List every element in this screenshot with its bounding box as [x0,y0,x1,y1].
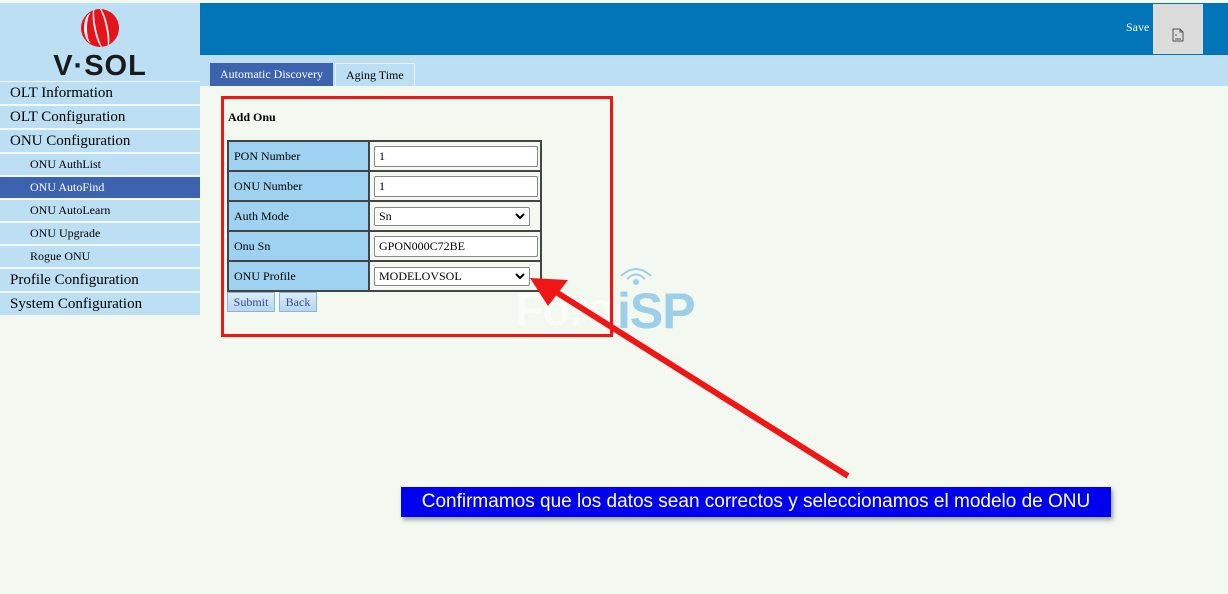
tab-automatic-discovery[interactable]: Automatic Discovery [210,63,333,86]
onu-profile-value: MODELOVSOL [379,268,462,283]
sidebar-item-onu-autofind[interactable]: ONU AutoFind [0,177,200,200]
vsol-logo-icon [81,9,119,47]
form-row-pon-number: PON Number [227,140,542,172]
add-onu-form: PON Number ONU Number Auth Mode Sn Onu S… [227,140,542,292]
sidebar-item-rogue-onu[interactable]: Rogue ONU [0,246,200,269]
brand-name: V·SOL [53,50,147,82]
save-button[interactable] [1153,4,1203,54]
brand-logo: V·SOL [0,3,200,82]
sidebar-item-onu-configuration[interactable]: ONU Configuration [0,130,200,154]
chevron-down-icon [515,212,525,219]
sidebar-item-onu-autolearn[interactable]: ONU AutoLearn [0,200,200,223]
sidebar-item-olt-information[interactable]: OLT Information [0,82,200,106]
back-button[interactable]: Back [279,292,317,312]
sidebar-item-olt-configuration[interactable]: OLT Configuration [0,106,200,130]
watermark-isp: iSP [617,283,696,339]
onu-number-input[interactable] [374,175,538,197]
pon-number-input[interactable] [374,145,538,167]
top-bar [200,3,1228,55]
tab-bar: Automatic Discovery Aging Time [200,55,1228,86]
onu-profile-select[interactable]: MODELOVSOL [374,266,530,286]
onu-sn-label: Onu Sn [227,230,370,262]
chevron-down-icon [515,272,525,279]
sidebar-item-system-configuration[interactable]: System Configuration [0,293,200,317]
form-row-auth-mode: Auth Mode Sn [227,200,542,232]
auth-mode-value: Sn [379,208,392,223]
auth-mode-select[interactable]: Sn [374,206,530,226]
submit-button[interactable]: Submit [227,292,275,312]
pon-number-label: PON Number [227,140,370,172]
form-row-onu-number: ONU Number [227,170,542,202]
broken-image-icon [1172,28,1184,42]
wifi-signal-icon [620,268,652,285]
sidebar-item-onu-authlist[interactable]: ONU AuthList [0,154,200,177]
save-label[interactable]: Save [1126,20,1149,35]
sidebar: V·SOL OLT Information OLT Configuration … [0,0,200,594]
tab-aging-time[interactable]: Aging Time [335,63,415,86]
sidebar-item-profile-configuration[interactable]: Profile Configuration [0,269,200,293]
watermark: Foro iSP [515,262,715,339]
form-title: Add Onu [228,110,276,124]
onu-profile-label: ONU Profile [227,260,370,292]
sidebar-item-onu-upgrade[interactable]: ONU Upgrade [0,223,200,246]
onu-number-label: ONU Number [227,170,370,202]
onu-sn-input[interactable] [374,235,538,257]
form-row-onu-profile: ONU Profile MODELOVSOL [227,260,542,292]
annotation-caption: Confirmamos que los datos sean correctos… [401,487,1111,517]
auth-mode-label: Auth Mode [227,200,370,232]
form-row-onu-sn: Onu Sn [227,230,542,262]
